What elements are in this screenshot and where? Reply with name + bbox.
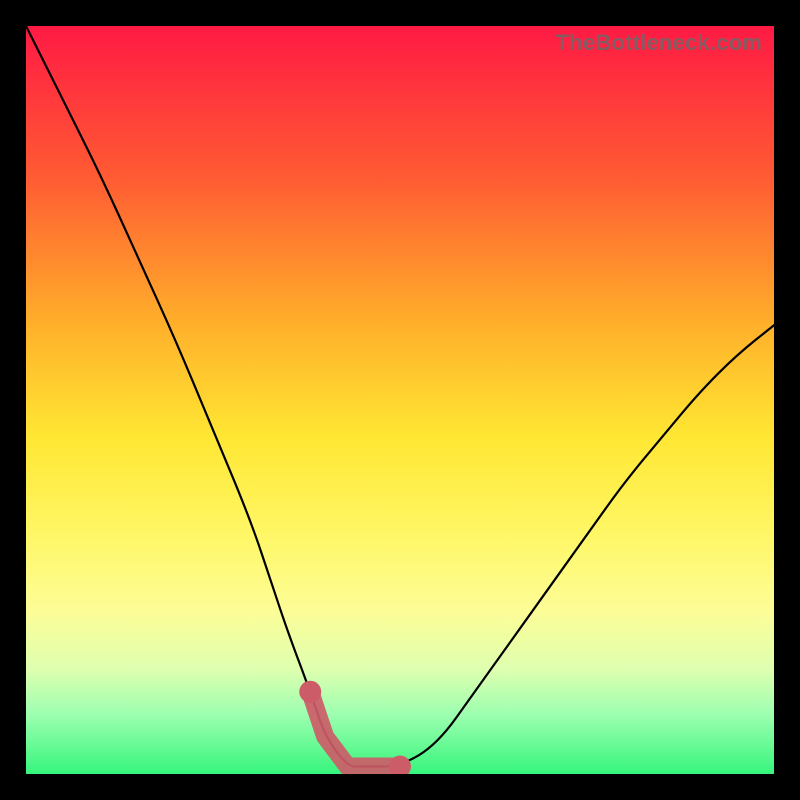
curve-line — [26, 26, 774, 767]
curve-emphasis — [310, 692, 400, 767]
bottleneck-curve — [26, 26, 774, 774]
watermark-label: TheBottleneck.com — [556, 30, 762, 56]
emphasis-dot — [299, 681, 321, 703]
chart-frame: TheBottleneck.com — [0, 0, 800, 800]
chart-plot-area: TheBottleneck.com — [26, 26, 774, 774]
